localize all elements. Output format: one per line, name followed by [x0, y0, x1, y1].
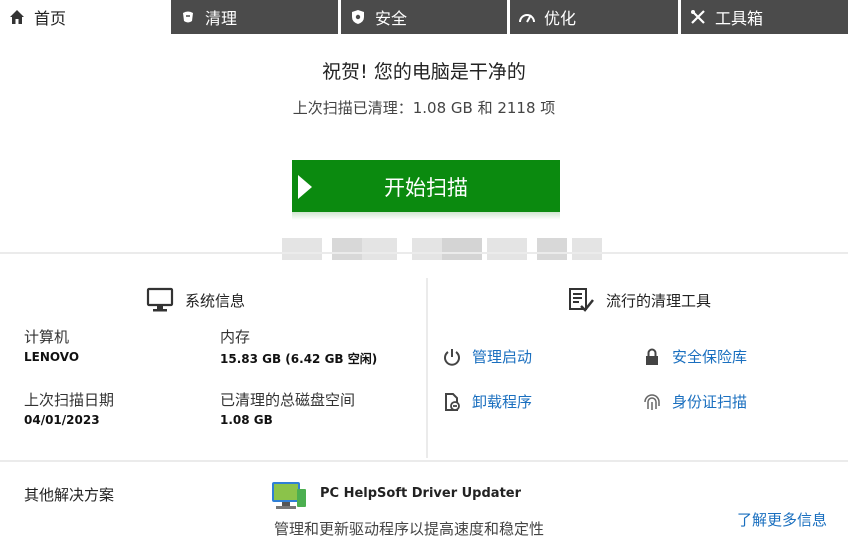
secure-vault-link[interactable]: 安全保险库 [642, 346, 747, 367]
last-scan-summary: 上次扫描已清理：1.08 GB 和 2118 项 [292, 99, 556, 117]
disk-cleaned-value: 1.08 GB [220, 413, 273, 427]
status-title: 祝贺! 您的电脑是干净的 [322, 61, 526, 83]
popular-tools-heading: 流行的清理工具 [566, 285, 711, 315]
checklist-icon [566, 285, 596, 315]
popular-tools-title: 流行的清理工具 [606, 291, 712, 310]
uninstall-programs-label: 卸载程序 [472, 393, 533, 411]
tab-clean-label: 清理 [205, 9, 238, 28]
tab-security[interactable]: 安全 [341, 0, 507, 34]
driver-updater-name: PC HelpSoft Driver Updater [320, 486, 522, 501]
tab-toolbox[interactable]: 工具箱 [681, 0, 848, 34]
main-tab-bar: 首页 清理 安全 优化 工具箱 [0, 0, 848, 34]
secure-vault-label: 安全保险库 [672, 348, 748, 366]
driver-updater-icon [270, 479, 308, 511]
monitor-icon [145, 285, 175, 315]
identity-scan-label: 身份证扫描 [672, 393, 748, 411]
uninstall-programs-link[interactable]: 卸载程序 [442, 391, 532, 412]
disk-cleaned-label: 已清理的总磁盘空间 [220, 391, 356, 409]
tab-home[interactable]: 首页 [0, 0, 171, 34]
driver-updater-description: 管理和更新驱动程序以提高速度和稳定性 [274, 520, 545, 538]
memory-value: 15.83 GB (6.42 GB 空闲) [220, 352, 378, 366]
tab-optimize-label: 优化 [544, 9, 577, 28]
uninstall-icon [442, 392, 462, 412]
tab-clean[interactable]: 清理 [171, 0, 338, 34]
start-scan-label: 开始扫描 [384, 176, 468, 200]
tab-security-label: 安全 [375, 9, 408, 28]
manage-startup-link[interactable]: 管理启动 [442, 346, 532, 367]
tab-optimize[interactable]: 优化 [510, 0, 678, 34]
shield-icon [349, 8, 367, 26]
play-icon [298, 175, 312, 199]
power-icon [442, 347, 462, 367]
fingerprint-icon [642, 392, 662, 412]
tab-home-label: 首页 [34, 9, 67, 28]
lock-icon [642, 347, 662, 367]
learn-more-link[interactable]: 了解更多信息 [737, 509, 827, 530]
identity-scan-link[interactable]: 身份证扫描 [642, 391, 747, 412]
system-info-title: 系统信息 [185, 291, 246, 310]
home-icon [8, 8, 26, 26]
scan-button-shadow [292, 212, 560, 220]
last-scan-date-label: 上次扫描日期 [24, 391, 115, 409]
memory-label: 内存 [220, 328, 251, 346]
tools-icon [689, 8, 707, 26]
manage-startup-label: 管理启动 [472, 348, 533, 366]
divider-vertical [426, 278, 428, 458]
computer-label: 计算机 [24, 328, 70, 346]
divider-top [0, 252, 848, 254]
speedometer-icon [518, 8, 536, 26]
broom-icon [179, 8, 197, 26]
start-scan-button[interactable]: 开始扫描 [292, 160, 560, 214]
computer-value: LENOVO [24, 350, 80, 364]
blurred-region [262, 228, 612, 270]
tab-toolbox-label: 工具箱 [715, 9, 764, 28]
last-scan-date-value: 04/01/2023 [24, 413, 100, 427]
divider-bottom [0, 460, 848, 462]
system-info-heading: 系统信息 [145, 285, 245, 315]
other-solutions-heading: 其他解决方案 [24, 486, 115, 504]
